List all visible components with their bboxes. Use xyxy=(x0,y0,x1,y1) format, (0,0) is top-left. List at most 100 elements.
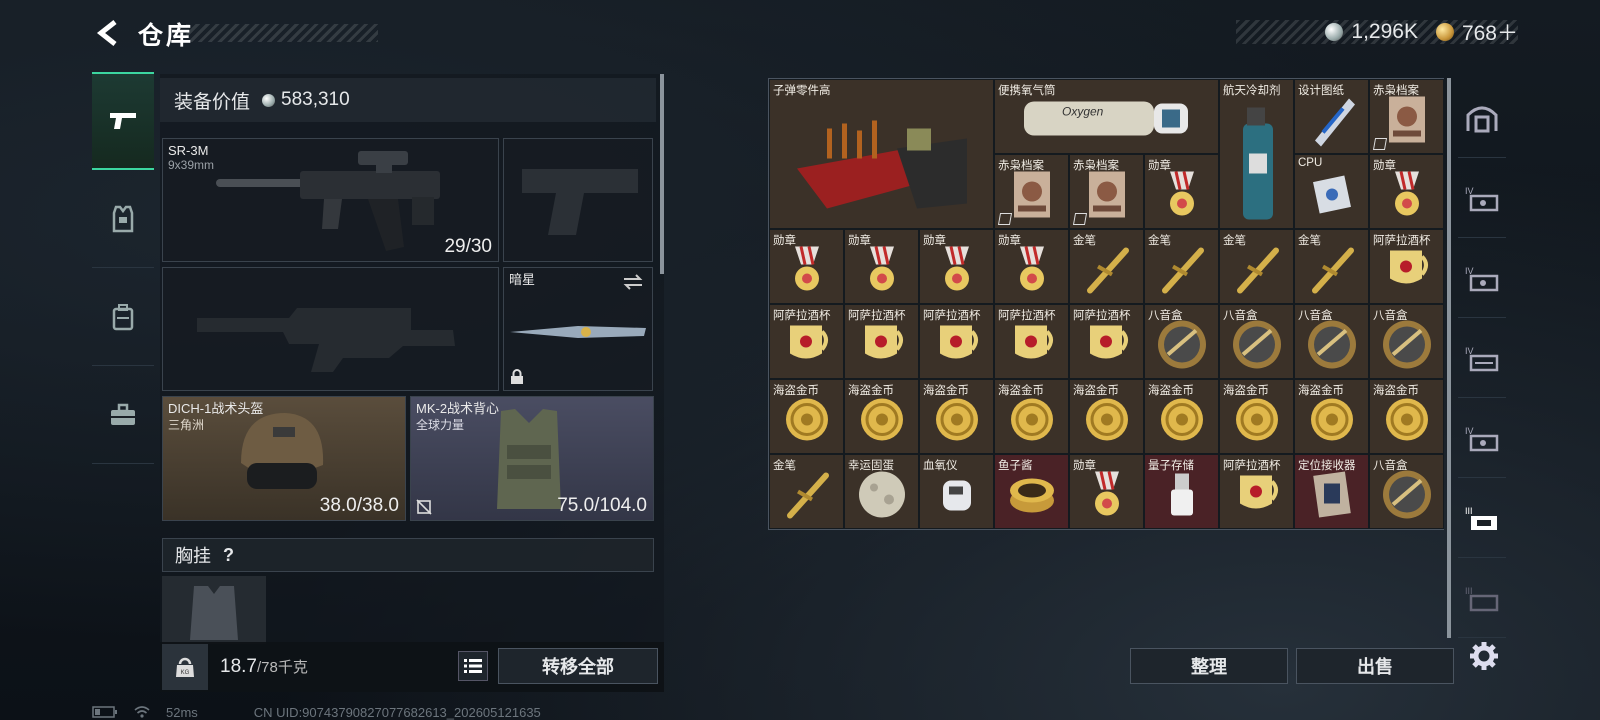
page-tab-4b[interactable]: IV xyxy=(1458,238,1506,318)
primary-weapon-slot[interactable]: SR-3M 9x39mm 29/30 xyxy=(162,138,499,262)
stash-item[interactable]: 金笔 xyxy=(1144,229,1219,304)
stash-item[interactable]: 量子存储 xyxy=(1144,454,1219,529)
stash-item[interactable]: 海盗金币 xyxy=(1144,379,1219,454)
stash-item[interactable]: 赤枭档案 xyxy=(994,154,1069,229)
stash-item[interactable]: 八音盒 xyxy=(1369,454,1444,529)
swap-icon[interactable] xyxy=(622,274,644,290)
tab-armor[interactable] xyxy=(92,170,154,268)
stash-item[interactable]: 八音盒 xyxy=(1294,304,1369,379)
svg-text:III: III xyxy=(1465,506,1473,516)
goblet-icon xyxy=(784,320,830,375)
stash-item-label: 阿萨拉酒杯 xyxy=(848,310,906,322)
melee-slot[interactable]: 暗星 xyxy=(503,267,653,391)
tab-backpack[interactable] xyxy=(92,268,154,366)
tab-weapons[interactable] xyxy=(92,72,154,170)
list-view-button[interactable] xyxy=(458,651,488,681)
stash-item-label: 勋章 xyxy=(773,235,796,247)
help-icon[interactable]: ? xyxy=(223,545,234,566)
transfer-all-button[interactable]: 转移全部 xyxy=(498,648,658,684)
back-button[interactable] xyxy=(92,16,126,50)
medal-icon xyxy=(787,245,827,300)
stash-item[interactable]: 赤枭档案 xyxy=(1369,79,1444,154)
gold-pen-icon xyxy=(782,470,832,525)
stash-item[interactable]: 勋章 xyxy=(1369,154,1444,229)
stash-item[interactable]: 金笔 xyxy=(1219,229,1294,304)
secondary-weapon-slot[interactable] xyxy=(162,267,499,391)
page-tab-main[interactable] xyxy=(1458,78,1506,158)
stash-item[interactable]: 海盗金币 xyxy=(994,379,1069,454)
page-tab-4a[interactable]: IV xyxy=(1458,158,1506,238)
stash-item[interactable]: 血氧仪 xyxy=(919,454,994,529)
sell-button[interactable]: 出售 xyxy=(1296,648,1454,684)
equip-value-label: 装备价值 xyxy=(174,91,251,113)
stash-item[interactable]: 便携氧气筒 Oxygen xyxy=(994,79,1219,154)
stash-item[interactable]: 航天冷却剂 xyxy=(1219,79,1294,229)
stash-item[interactable]: 赤枭档案 xyxy=(1069,154,1144,229)
svg-text:IV: IV xyxy=(1465,346,1474,356)
stash-item[interactable]: 海盗金币 xyxy=(1219,379,1294,454)
music-box-icon xyxy=(1306,319,1358,376)
stash-item[interactable]: 海盗金币 xyxy=(1069,379,1144,454)
stash-item[interactable]: 幸运固蛋 xyxy=(844,454,919,529)
goblet-icon xyxy=(1009,320,1055,375)
stash-item[interactable]: 阿萨拉酒杯 xyxy=(1369,229,1444,304)
stash-item[interactable]: 勋章 xyxy=(769,229,844,304)
stash-item-label: 海盗金币 xyxy=(1073,385,1119,397)
stash-item-label: 金笔 xyxy=(1223,235,1246,247)
stash-item[interactable]: 海盗金币 xyxy=(919,379,994,454)
stash-item[interactable]: 勋章 xyxy=(844,229,919,304)
stash-item[interactable]: 八音盒 xyxy=(1369,304,1444,379)
stash-item[interactable]: 勋章 xyxy=(994,229,1069,304)
stash-item[interactable]: CPU xyxy=(1294,154,1369,229)
stash-item[interactable]: 阿萨拉酒杯 xyxy=(919,304,994,379)
stash-item[interactable]: 阿萨拉酒杯 xyxy=(769,304,844,379)
page-tab-4c[interactable]: IV xyxy=(1458,318,1506,398)
stash-item[interactable]: 阿萨拉酒杯 xyxy=(1219,454,1294,529)
stash-item[interactable]: 金笔 xyxy=(769,454,844,529)
stash-scrollbar[interactable] xyxy=(1447,78,1451,638)
page-tab-4d[interactable]: IV xyxy=(1458,398,1506,478)
stash-item[interactable]: 勋章 xyxy=(919,229,994,304)
stash-item[interactable]: 八音盒 xyxy=(1219,304,1294,379)
tab-case[interactable] xyxy=(92,366,154,464)
medal-icon xyxy=(1087,470,1127,525)
pistol-slot[interactable] xyxy=(503,138,653,262)
stash-item[interactable]: 海盗金币 xyxy=(844,379,919,454)
stash-item-label: 量子存储 xyxy=(1148,460,1194,472)
stash-item[interactable]: 阿萨拉酒杯 xyxy=(994,304,1069,379)
weight-icon: KG xyxy=(162,644,208,690)
stash-item-label: 阿萨拉酒杯 xyxy=(773,310,831,322)
stash-item[interactable]: 海盗金币 xyxy=(1369,379,1444,454)
music-box-icon xyxy=(1381,319,1433,376)
silver-amount: 1,296K xyxy=(1351,20,1418,43)
settings-button[interactable] xyxy=(1466,638,1502,674)
stash-item[interactable]: 阿萨拉酒杯 xyxy=(844,304,919,379)
gold-amount[interactable]: 768＋ xyxy=(1462,17,1518,47)
stash-item-label: 八音盒 xyxy=(1298,310,1333,322)
sort-button[interactable]: 整理 xyxy=(1130,648,1288,684)
armor-slot[interactable]: MK-2战术背心 全球力量 75.0/104.0 xyxy=(410,396,654,521)
page-tab-3-active[interactable]: III xyxy=(1458,478,1506,558)
stash-item[interactable]: 金笔 xyxy=(1069,229,1144,304)
stash-item[interactable]: 定位接收器 xyxy=(1294,454,1369,529)
pirate-coin-icon xyxy=(1084,397,1130,448)
stash-item[interactable]: 八音盒 xyxy=(1144,304,1219,379)
currency-display: 1,296K 768＋ xyxy=(1236,17,1518,47)
loadout-scrollbar[interactable] xyxy=(660,74,664,274)
helmet-slot[interactable]: DICH-1战术头盔 三角洲 38.0/38.0 xyxy=(162,396,406,521)
stash-item[interactable]: 勋章 xyxy=(1069,454,1144,529)
list-icon xyxy=(464,659,482,673)
unlock-icon xyxy=(1072,213,1088,225)
chest-rig-slot[interactable] xyxy=(162,576,266,644)
stash-item[interactable]: 海盗金币 xyxy=(769,379,844,454)
gold-pen-icon xyxy=(1232,245,1282,300)
blueprint-icon xyxy=(1305,93,1359,152)
stash-item[interactable]: 金笔 xyxy=(1294,229,1369,304)
page-tab-3b[interactable]: III xyxy=(1458,558,1506,638)
stash-item[interactable]: 海盗金币 xyxy=(1294,379,1369,454)
stash-item[interactable]: 阿萨拉酒杯 xyxy=(1069,304,1144,379)
stash-item[interactable]: 子弹零件高 xyxy=(769,79,994,229)
stash-item[interactable]: 设计图纸 xyxy=(1294,79,1369,154)
stash-item[interactable]: 鱼子酱 xyxy=(994,454,1069,529)
stash-item[interactable]: 勋章 xyxy=(1144,154,1219,229)
